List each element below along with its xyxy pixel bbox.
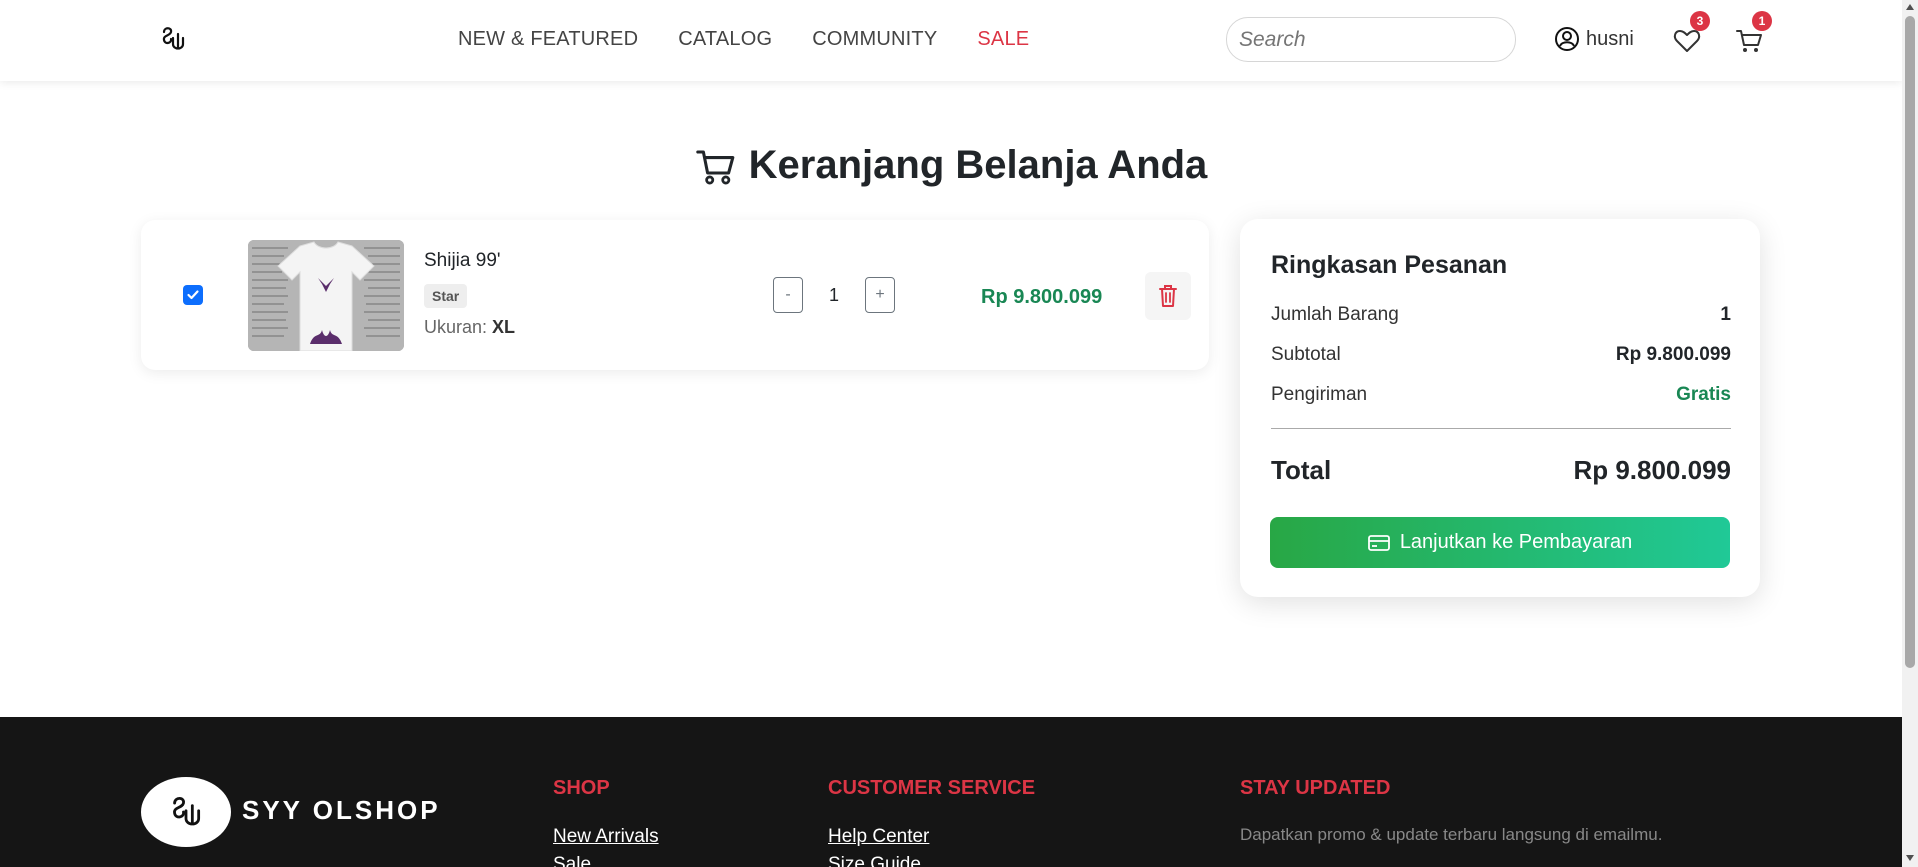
- nav-link-sale[interactable]: SALE: [977, 28, 1029, 51]
- summary-divider: [1271, 428, 1731, 429]
- product-tag-badge: Star: [424, 284, 468, 308]
- search-input[interactable]: [1226, 17, 1516, 62]
- summary-value: Rp 9.800.099: [1615, 344, 1731, 365]
- user-menu[interactable]: husni: [1554, 26, 1634, 52]
- cart-icon: [695, 149, 735, 184]
- navbar: NEW & FEATURED CATALOG COMMUNITY SALE hu…: [0, 0, 1902, 81]
- summary-row-item-count: Jumlah Barang 1: [1271, 304, 1731, 326]
- wishlist-count-badge: 3: [1690, 11, 1710, 31]
- check-icon: [187, 290, 199, 300]
- product-tshirt-image: [248, 240, 404, 351]
- decrement-button[interactable]: -: [773, 277, 803, 313]
- quantity-stepper: - 1 +: [773, 277, 895, 313]
- footer-heading-customer-service: CUSTOMER SERVICE: [828, 777, 1036, 799]
- page-scrollbar[interactable]: [1902, 0, 1918, 867]
- footer-link-help-center[interactable]: Help Center: [828, 826, 929, 848]
- syy-logo-icon: [173, 797, 201, 826]
- page-title-text: Keranjang Belanja Anda: [748, 143, 1208, 187]
- page-title: Keranjang Belanja Anda: [0, 143, 1902, 188]
- increment-button[interactable]: +: [865, 277, 895, 313]
- footer-link-size-guide[interactable]: Size Guide: [828, 854, 921, 867]
- credit-card-icon: [1367, 534, 1390, 551]
- footer-link-sale[interactable]: Sale: [553, 854, 591, 867]
- summary-label: Jumlah Barang: [1271, 304, 1399, 325]
- main-nav: NEW & FEATURED CATALOG COMMUNITY SALE: [458, 28, 1029, 51]
- footer: SYY OLSHOP SHOP New Arrivals Sale CUSTOM…: [0, 717, 1902, 867]
- item-select-checkbox[interactable]: [183, 285, 203, 305]
- order-summary-card: Ringkasan Pesanan Jumlah Barang 1 Subtot…: [1240, 219, 1760, 597]
- nav-link-community[interactable]: COMMUNITY: [812, 28, 937, 51]
- cart-item-card: Shijia 99' Star Ukuran: XL - 1 + Rp 9.80…: [141, 220, 1209, 370]
- product-image[interactable]: [248, 240, 404, 351]
- summary-total-row: Total Rp 9.800.099: [1271, 455, 1731, 486]
- cart-button[interactable]: 1: [1734, 11, 1772, 56]
- summary-value: 1: [1720, 304, 1731, 325]
- product-name[interactable]: Shijia 99': [424, 250, 501, 272]
- footer-logo[interactable]: [141, 777, 231, 847]
- checkout-button[interactable]: Lanjutkan ke Pembayaran: [1270, 517, 1730, 568]
- scroll-down-arrow-icon[interactable]: [1906, 855, 1914, 861]
- summary-row-subtotal: Subtotal Rp 9.800.099: [1271, 344, 1731, 366]
- user-circle-icon: [1555, 27, 1579, 51]
- footer-heading-shop: SHOP: [553, 777, 610, 799]
- nav-link-new-featured[interactable]: NEW & FEATURED: [458, 28, 638, 51]
- size-value: XL: [492, 317, 516, 337]
- syy-logo-icon[interactable]: [158, 24, 188, 54]
- nav-link-catalog[interactable]: CATALOG: [678, 28, 772, 51]
- wishlist-button[interactable]: 3: [1672, 11, 1710, 56]
- quantity-value[interactable]: 1: [803, 277, 865, 313]
- product-size: Ukuran: XL: [424, 317, 515, 338]
- footer-heading-stay-updated: STAY UPDATED: [1240, 777, 1391, 799]
- total-label: Total: [1271, 455, 1332, 485]
- footer-newsletter-text: Dapatkan promo & update terbaru langsung…: [1240, 825, 1663, 844]
- delete-item-button[interactable]: [1145, 272, 1191, 320]
- checkout-label: Lanjutkan ke Pembayaran: [1399, 531, 1633, 553]
- total-value: Rp 9.800.099: [1573, 455, 1731, 485]
- summary-row-shipping: Pengiriman Gratis: [1271, 384, 1731, 406]
- summary-title: Ringkasan Pesanan: [1271, 251, 1508, 279]
- footer-link-new-arrivals[interactable]: New Arrivals: [553, 826, 659, 848]
- scroll-up-arrow-icon[interactable]: [1906, 4, 1914, 10]
- footer-brand-name: SYY OLSHOP: [242, 795, 441, 825]
- cart-count-badge: 1: [1752, 11, 1772, 31]
- size-label: Ukuran:: [424, 317, 488, 337]
- summary-value: Gratis: [1676, 384, 1731, 405]
- item-price: Rp 9.800.099: [981, 286, 1103, 308]
- username: husni: [1586, 27, 1634, 50]
- trash-icon: [1159, 285, 1177, 307]
- summary-label: Pengiriman: [1271, 384, 1368, 405]
- summary-label: Subtotal: [1271, 344, 1341, 365]
- scrollbar-thumb[interactable]: [1905, 16, 1915, 668]
